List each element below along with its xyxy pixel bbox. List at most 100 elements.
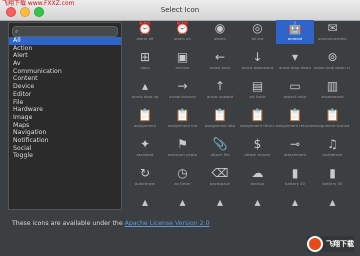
license-link[interactable]: Apache License Version 2.0 bbox=[125, 220, 210, 227]
category-item[interactable]: Image bbox=[9, 114, 121, 122]
material-icon: ▴ bbox=[329, 195, 336, 209]
icon-cell[interactable]: ⊞ apps bbox=[126, 49, 164, 73]
search-icon: ⌕ bbox=[15, 28, 19, 35]
icon-label: attachment bbox=[283, 152, 307, 157]
category-item[interactable]: Maps bbox=[9, 122, 121, 130]
category-item[interactable]: File bbox=[9, 99, 121, 107]
icon-label: arrow drop down circle bbox=[313, 65, 351, 70]
icon-cell[interactable]: 📋 assignment turned in bbox=[314, 107, 351, 131]
category-item[interactable]: Hardware bbox=[9, 106, 121, 114]
category-item[interactable]: Social bbox=[9, 145, 121, 153]
icon-cell[interactable]: ▴ bbox=[201, 194, 239, 212]
icon-label: assignment late bbox=[204, 123, 236, 128]
icon-cell[interactable]: ▮ battery 20 bbox=[276, 165, 314, 189]
material-icon: ▭ bbox=[289, 79, 301, 93]
category-item[interactable]: Editor bbox=[9, 91, 121, 99]
material-icon: ⊚ bbox=[327, 50, 338, 64]
icon-cell[interactable]: ♫ audiotrack bbox=[314, 136, 351, 160]
material-icon: ↑ bbox=[214, 79, 226, 93]
icon-cell[interactable]: ↻ autorenew bbox=[126, 165, 164, 189]
icon-cell[interactable]: ▴ arrow drop up bbox=[126, 78, 164, 102]
icon-cell[interactable]: ⊸ attachment bbox=[276, 136, 314, 160]
icon-cell[interactable]: ▴ bbox=[314, 194, 351, 212]
material-icon: ⌫ bbox=[211, 166, 229, 180]
icon-cell[interactable]: ▤ art track bbox=[239, 78, 277, 102]
icon-cell[interactable]: → arrow forward bbox=[164, 78, 202, 102]
icon-cell[interactable]: ▾ arrow drop down bbox=[276, 49, 314, 73]
material-icon: ▴ bbox=[141, 79, 149, 93]
material-icon: ▾ bbox=[291, 50, 299, 64]
watermark: 飞翔下载 www.FXXZ.com bbox=[2, 0, 75, 7]
category-item[interactable]: Toggle bbox=[9, 152, 121, 160]
icon-label: assistant bbox=[136, 152, 154, 157]
category-item[interactable]: Device bbox=[9, 83, 121, 91]
icon-cell[interactable]: ↓ arrow downward bbox=[239, 49, 277, 73]
icon-cell[interactable]: 📎 attach file bbox=[201, 136, 239, 160]
category-item[interactable]: Alert bbox=[9, 52, 121, 60]
search-input[interactable]: ⌕ bbox=[12, 26, 118, 37]
icon-cell[interactable]: ← arrow back bbox=[201, 49, 239, 73]
icon-cell[interactable]: ▴ bbox=[276, 194, 314, 212]
icon-label: assignment returned bbox=[276, 123, 314, 128]
icon-label: art track bbox=[249, 94, 266, 99]
icon-cell[interactable]: ☁ backup bbox=[239, 165, 277, 189]
material-icon: ▴ bbox=[179, 195, 186, 209]
category-item[interactable]: Content bbox=[9, 75, 121, 83]
icon-cell[interactable]: ◎ all out bbox=[239, 20, 277, 44]
category-item[interactable]: Action bbox=[9, 45, 121, 53]
logo-mark-icon bbox=[307, 236, 323, 252]
material-icon: ☁ bbox=[251, 166, 264, 180]
icon-cell[interactable]: ⚑ assistant photo bbox=[164, 136, 202, 160]
category-item[interactable]: Av bbox=[9, 60, 121, 68]
icon-cell[interactable]: 🤖 android bbox=[276, 20, 314, 44]
icon-label: arrow forward bbox=[169, 94, 196, 99]
material-icon: 📋 bbox=[212, 108, 228, 122]
icon-cell[interactable]: ▴ bbox=[126, 194, 164, 212]
icon-label: android bbox=[287, 36, 303, 41]
icon-cell[interactable]: 📋 assignment returned bbox=[276, 107, 314, 131]
icon-cell[interactable]: ▣ archive bbox=[164, 49, 202, 73]
icon-cell[interactable]: 📋 assignment ind bbox=[164, 107, 202, 131]
icon-label: apps bbox=[140, 65, 150, 70]
icon-cell[interactable]: ▭ aspect ratio bbox=[276, 78, 314, 102]
icon-cell[interactable]: ▴ bbox=[239, 194, 277, 212]
category-item[interactable]: Notification bbox=[9, 137, 121, 145]
icon-label: assignment ind bbox=[167, 123, 198, 128]
category-item[interactable]: All bbox=[9, 37, 121, 45]
material-icon: ✉ bbox=[327, 21, 338, 35]
material-icon: ▴ bbox=[291, 195, 299, 209]
icon-label: arrow drop down bbox=[278, 65, 311, 70]
category-item[interactable]: Navigation bbox=[9, 129, 121, 137]
icon-label: all out bbox=[251, 36, 264, 41]
site-logo: 飞翔下载 bbox=[307, 236, 354, 252]
icon-cell[interactable]: ◷ av timer bbox=[164, 165, 202, 189]
icon-cell[interactable]: ◉ album bbox=[201, 20, 239, 44]
material-icon: ✦ bbox=[139, 137, 151, 151]
icon-label: assessment bbox=[321, 94, 344, 99]
icon-cell[interactable]: ↑ arrow upward bbox=[201, 78, 239, 102]
category-list: All Action Alert Av Communication Content Devi… bbox=[9, 37, 121, 160]
icon-cell[interactable]: ▮ battery 30 bbox=[314, 165, 351, 189]
icon-label: assignment bbox=[133, 123, 157, 128]
icon-cell[interactable]: $ attach money bbox=[239, 136, 277, 160]
icon-label: announcement bbox=[318, 36, 347, 41]
icon-grid: ⏰ alarm off ⏰ alarm on ◉ album ◎ all out 🤖 androi… bbox=[126, 20, 350, 212]
icon-cell[interactable]: ⏰ alarm on bbox=[164, 20, 202, 44]
icon-cell[interactable]: ⊚arrow drop down circle bbox=[314, 49, 351, 73]
icon-cell[interactable]: ▴ bbox=[164, 194, 202, 212]
logo-text: 飞翔下载 bbox=[326, 240, 354, 248]
icon-cell[interactable]: ✉ announcement bbox=[314, 20, 351, 44]
material-icon: ↻ bbox=[139, 166, 151, 180]
icon-cell[interactable]: ⏰ alarm off bbox=[126, 20, 164, 44]
icon-label: arrow drop up bbox=[131, 94, 159, 99]
icon-cell[interactable]: ✦ assistant bbox=[126, 136, 164, 160]
category-item[interactable]: Communication bbox=[9, 68, 121, 76]
icon-label: arrow upward bbox=[206, 94, 234, 99]
icon-cell[interactable]: ⌫ backspace bbox=[201, 165, 239, 189]
icon-cell[interactable]: 📋 assignment late bbox=[201, 107, 239, 131]
material-icon: ⏰ bbox=[137, 21, 153, 35]
icon-cell[interactable]: ▥ assessment bbox=[314, 78, 351, 102]
icon-cell[interactable]: 📋 assignment bbox=[126, 107, 164, 131]
icon-label: album bbox=[214, 36, 226, 41]
icon-cell[interactable]: 📋 assignment return bbox=[239, 107, 277, 131]
